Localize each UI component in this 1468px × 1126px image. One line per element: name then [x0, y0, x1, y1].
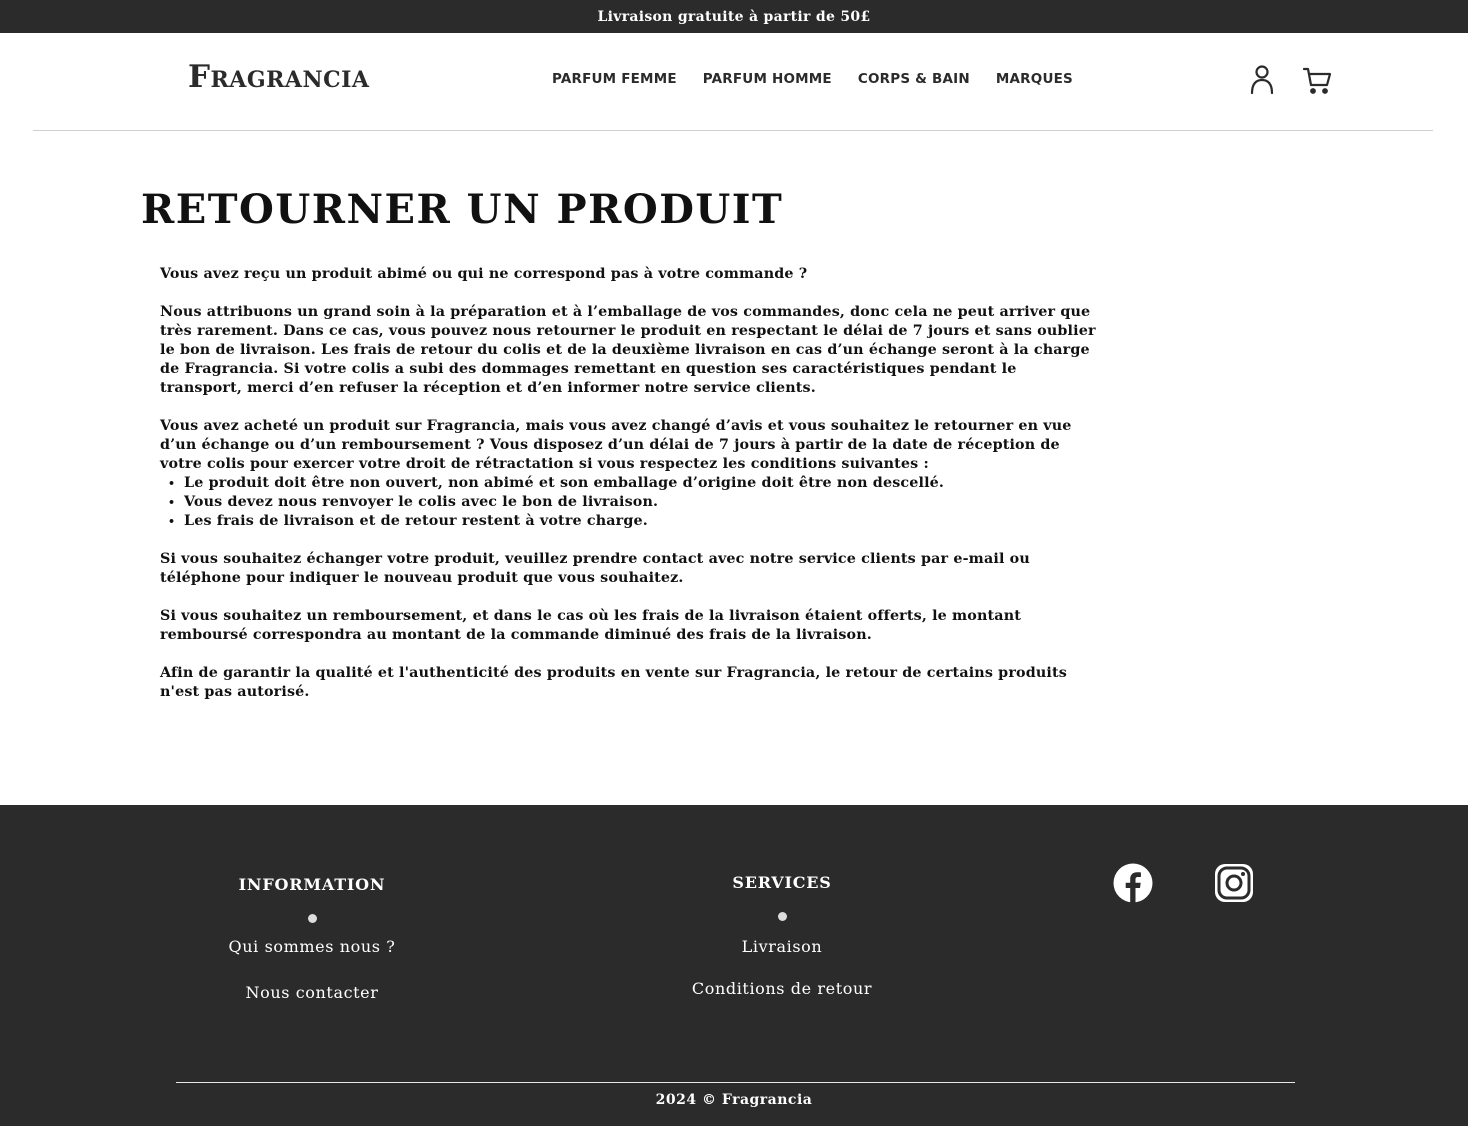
footer-services: SERVICES Livraison Conditions de retour: [632, 873, 932, 998]
footer-information: INFORMATION Qui sommes nous ? Nous conta…: [162, 875, 462, 1002]
nav-corps-bain[interactable]: CORPS & BAIN: [858, 71, 970, 87]
footer-link-contact[interactable]: Nous contacter: [162, 983, 462, 1002]
copyright: 2024 © Fragrancia: [655, 1092, 813, 1108]
cart-icon[interactable]: [1302, 63, 1332, 95]
returns-content: Vous avez reçu un produit abimé ou qui n…: [160, 265, 1100, 721]
announcement-text: Livraison gratuite à partir de 50£: [597, 8, 871, 25]
footer-divider: [176, 1082, 1295, 1083]
header-actions: [1248, 63, 1332, 95]
facebook-icon[interactable]: [1113, 863, 1153, 907]
footer-link-about[interactable]: Qui sommes nous ?: [162, 937, 462, 956]
footer-dot: [307, 914, 317, 923]
footer-dot: [777, 912, 787, 921]
condition-item: Le produit doit être non ouvert, non abi…: [160, 474, 1100, 493]
footer-information-title: INFORMATION: [238, 875, 386, 894]
footer-services-title: SERVICES: [732, 873, 832, 892]
conditions-list: Le produit doit être non ouvert, non abi…: [160, 474, 1100, 531]
damaged-paragraph: Nous attribuons un grand soin à la prépa…: [160, 304, 1096, 396]
site-logo[interactable]: Fragrancia: [188, 59, 369, 95]
main-nav: PARFUM FEMME PARFUM HOMME CORPS & BAIN M…: [552, 71, 1099, 87]
footer-link-delivery[interactable]: Livraison: [632, 937, 932, 956]
instagram-icon[interactable]: [1214, 863, 1254, 907]
nav-parfum-femme[interactable]: PARFUM FEMME: [552, 71, 677, 87]
site-header: Fragrancia PARFUM FEMME PARFUM HOMME COR…: [33, 33, 1433, 131]
restriction-paragraph: Afin de garantir la qualité et l'authent…: [160, 665, 1067, 700]
intro-paragraph: Vous avez reçu un produit abimé ou qui n…: [160, 266, 808, 282]
exchange-paragraph: Si vous souhaitez échanger votre produit…: [160, 551, 1030, 586]
page-title: RETOURNER UN PRODUIT: [141, 186, 784, 233]
condition-item: Les frais de livraison et de retour rest…: [160, 512, 1100, 531]
user-icon[interactable]: [1248, 63, 1276, 95]
nav-marques[interactable]: MARQUES: [996, 71, 1073, 87]
announcement-bar: Livraison gratuite à partir de 50£: [0, 0, 1468, 33]
withdrawal-paragraph: Vous avez acheté un produit sur Fragranc…: [160, 418, 1072, 472]
nav-parfum-homme[interactable]: PARFUM HOMME: [703, 71, 832, 87]
refund-paragraph: Si vous souhaitez un remboursement, et d…: [160, 608, 1022, 643]
site-footer: INFORMATION Qui sommes nous ? Nous conta…: [0, 805, 1468, 1126]
footer-link-returns[interactable]: Conditions de retour: [632, 979, 932, 998]
condition-item: Vous devez nous renvoyer le colis avec l…: [160, 493, 1100, 512]
